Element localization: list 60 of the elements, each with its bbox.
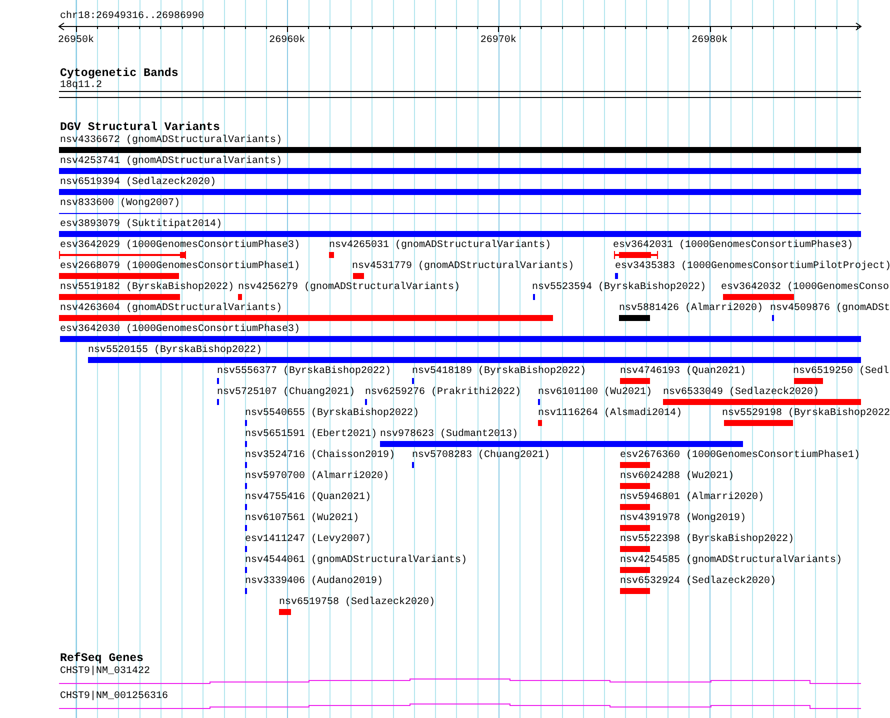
variant-label: nsv4746193 (Quan2021)	[620, 366, 746, 377]
variant-label: nsv6259276 (Prakrithi2022)	[365, 387, 522, 398]
variant-label: nsv4544061 (gnomADStructuralVariants)	[245, 555, 468, 566]
variant-label: nsv5519182 (ByrskaBishop2022)	[60, 282, 234, 293]
variant-label: nsv4256279 (gnomADStructuralVariants)	[238, 282, 460, 293]
tick-label: 26970k	[480, 35, 516, 46]
band-label: 18q11.2	[60, 80, 102, 91]
variant-label: nsv5522398 (ByrskaBishop2022)	[620, 534, 794, 545]
variant-label: nsv3339406 (Audano2019)	[245, 576, 384, 587]
variant-label: nsv978623 (Sudmant2013)	[380, 429, 518, 440]
gene-label: CHST9|NM_031422	[60, 666, 150, 677]
variant-label: nsv4263604 (gnomADStructuralVariants)	[60, 303, 282, 314]
gene-label: CHST9|NM_001256316	[60, 691, 168, 702]
variant-label: nsv4336672 (gnomADStructuralVariants)	[60, 135, 282, 146]
variant-label: nsv6533049 (Sedlazeck2020)	[663, 387, 820, 398]
variant-label: nsv6519394 (Sedlazeck2020)	[60, 177, 216, 188]
variant-label: nsv5708283 (Chuang2021)	[412, 450, 550, 461]
variant-label: nsv6107561 (Wu2021)	[245, 513, 360, 524]
variant-label: nsv6532924 (Sedlazeck2020)	[620, 576, 776, 587]
variant-label: nsv5523594 (ByrskaBishop2022)	[532, 282, 706, 293]
variant-label: nsv6519758 (Sedlazeck2020)	[279, 597, 436, 608]
variant-label: nsv5725107 (Chuang2021)	[217, 387, 356, 398]
variant-label: nsv5540655 (ByrskaBishop2022)	[245, 408, 420, 419]
variant-label: nsv3524716 (Chaisson2019)	[245, 450, 396, 461]
variant-label: nsv4531779 (gnomADStructuralVariants)	[352, 261, 574, 272]
variant-label: nsv4509876 (gnomADSt	[770, 303, 890, 314]
track-title: DGV Structural Variants	[60, 121, 220, 134]
track-title: RefSeq Genes	[60, 652, 144, 665]
variant-label: esv2676360 (1000GenomesConsortiumPhase1)	[620, 450, 860, 461]
variant-label: esv2668079 (1000GenomesConsortiumPhase1)	[60, 261, 300, 272]
variant-label: esv3893079 (Suktitipat2014)	[60, 219, 222, 230]
variant-label: nsv6101100 (Wu2021)	[538, 387, 652, 398]
variant-label: nsv4253741 (gnomADStructuralVariants)	[60, 156, 282, 167]
variant-label: nsv4254585 (gnomADStructuralVariants)	[620, 555, 842, 566]
variant-label: nsv6519250 (Sedl	[793, 366, 890, 377]
tick-label: 26950k	[58, 35, 94, 46]
variant-label: nsv5556377 (ByrskaBishop2022)	[217, 366, 392, 377]
variant-label: nsv4391978 (Wong2019)	[620, 513, 746, 524]
variant-label: nsv5946801 (Almarri2020)	[620, 492, 764, 503]
variant-label: nsv5881426 (Almarri2020)	[619, 303, 764, 314]
variant-label: nsv6024288 (Wu2021)	[620, 471, 734, 482]
variant-label: nsv5418189 (ByrskaBishop2022)	[412, 366, 586, 377]
tick-label: 26960k	[269, 35, 306, 46]
track-title: Cytogenetic Bands	[60, 67, 178, 80]
variant-label: nsv4265031 (gnomADStructuralVariants)	[329, 240, 552, 251]
tick-label: 26980k	[692, 35, 728, 46]
variant-label: nsv5520155 (ByrskaBishop2022)	[88, 345, 262, 356]
variant-label: esv3642030 (1000GenomesConsortiumPhase3)	[60, 324, 300, 335]
variant-label: esv3642032 (1000GenomesConso	[721, 282, 890, 293]
variant-label: nsv1116264 (Alsmadi2014)	[538, 408, 682, 419]
variant-label: esv1411247 (Levy2007)	[245, 534, 372, 545]
variant-label: esv3435383 (1000GenomesConsortiumPilotProject)	[615, 261, 890, 272]
variant-label: nsv5651591 (Ebert2021)	[245, 429, 378, 440]
variant-label: nsv833600 (Wong2007)	[60, 198, 180, 209]
variant-label: nsv5970700 (Almarri2020)	[245, 471, 390, 482]
variant-label: esv3642031 (1000GenomesConsortiumPhase3)	[613, 240, 854, 251]
location-label: chr18:26949316..26986990	[60, 11, 204, 22]
variant-label: nsv5529198 (ByrskaBishop2022	[722, 408, 890, 419]
variant-label: esv3642029 (1000GenomesConsortiumPhase3)	[60, 240, 300, 251]
variant-label: nsv4755416 (Quan2021)	[245, 492, 372, 503]
